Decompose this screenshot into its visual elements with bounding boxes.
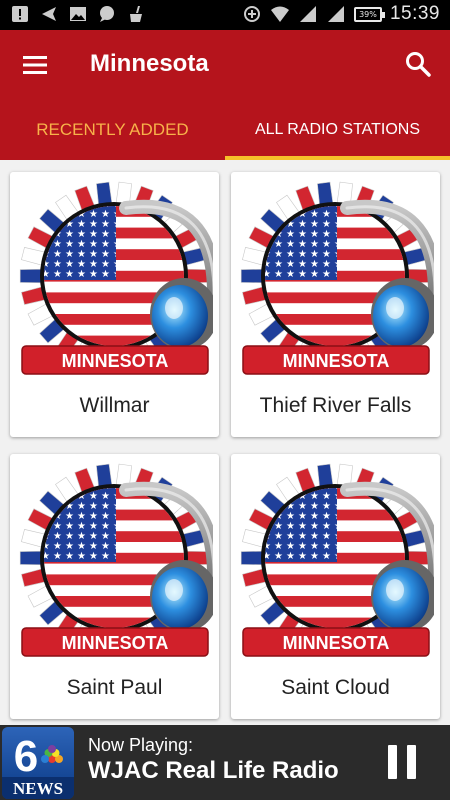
search-icon[interactable] bbox=[404, 50, 432, 78]
station-name: Willmar bbox=[79, 394, 150, 417]
pause-icon[interactable] bbox=[388, 745, 416, 779]
status-bar-notifications bbox=[10, 4, 146, 24]
news-logo-number: 6 bbox=[14, 732, 38, 781]
wifi-icon bbox=[270, 6, 289, 22]
status-bar-system: 39% 15:39 bbox=[242, 3, 440, 25]
station-card[interactable]: MINNESOTA Saint Paul bbox=[10, 454, 219, 719]
logo-banner-text: MINNESOTA bbox=[283, 633, 390, 653]
battery-indicator: 39% bbox=[353, 6, 385, 22]
status-bar: 39% 15:39 bbox=[0, 0, 450, 30]
now-playing-bar[interactable]: 6 NEWS Now Playing: WJAC Real Life Radio bbox=[0, 725, 450, 800]
tab-recently-added[interactable]: RECENTLY ADDED bbox=[0, 100, 225, 160]
pause-bar bbox=[388, 745, 397, 779]
logo-banner-text: MINNESOTA bbox=[283, 351, 390, 371]
chat-icon bbox=[100, 6, 114, 22]
signal-icon bbox=[327, 6, 344, 22]
pause-bar bbox=[407, 745, 416, 779]
data-saver-icon bbox=[243, 6, 260, 22]
station-card[interactable]: MINNESOTA Willmar bbox=[10, 172, 219, 437]
station-grid: MINNESOTA Willmar MINNESOTA Thief River … bbox=[0, 160, 450, 725]
send-icon bbox=[42, 7, 56, 21]
now-playing-label: Now Playing: bbox=[88, 735, 194, 755]
now-playing-station-logo: 6 NEWS bbox=[2, 727, 74, 799]
station-name: Saint Paul bbox=[66, 676, 163, 699]
station-name: Saint Cloud bbox=[281, 676, 390, 699]
logo-banner-text: MINNESOTA bbox=[62, 633, 169, 653]
station-logo: MINNESOTA bbox=[16, 178, 213, 383]
station-logo: MINNESOTA bbox=[237, 178, 434, 383]
station-card[interactable]: MINNESOTA Saint Cloud bbox=[231, 454, 440, 719]
now-playing-station: WJAC Real Life Radio bbox=[88, 757, 339, 784]
station-card[interactable]: MINNESOTA Thief River Falls bbox=[231, 172, 440, 437]
cleaner-icon bbox=[130, 6, 142, 22]
logo-banner-text: MINNESOTA bbox=[62, 351, 169, 371]
image-icon bbox=[70, 7, 86, 21]
status-bar-clock: 15:39 bbox=[389, 3, 440, 24]
tab-all-radio-stations[interactable]: ALL RADIO STATIONS bbox=[225, 100, 450, 160]
news-logo-icon: 6 NEWS bbox=[2, 732, 74, 799]
news-logo-text: NEWS bbox=[13, 779, 63, 798]
hamburger-menu-icon[interactable] bbox=[22, 52, 48, 78]
tab-bar: RECENTLY ADDED ALL RADIO STATIONS bbox=[0, 100, 450, 160]
station-name: Thief River Falls bbox=[259, 394, 412, 417]
page-title: Minnesota bbox=[90, 50, 209, 77]
notification-alert-icon bbox=[12, 6, 28, 22]
app-bar: Minnesota RECENTLY ADDED ALL RADIO STATI… bbox=[0, 30, 450, 160]
station-logo: MINNESOTA bbox=[237, 460, 434, 665]
station-logo: MINNESOTA bbox=[16, 460, 213, 665]
signal-icon bbox=[299, 6, 316, 22]
